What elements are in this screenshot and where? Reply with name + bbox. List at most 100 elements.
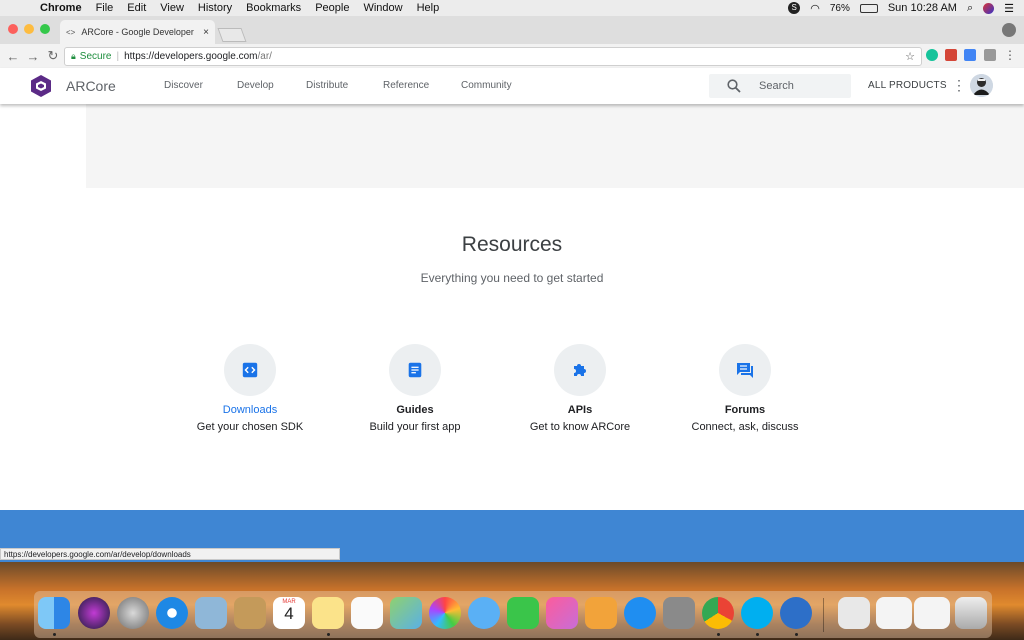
maps-icon[interactable]: [390, 597, 422, 629]
forward-arrow-icon[interactable]: →: [26, 49, 40, 64]
browser-tab[interactable]: <> ARCore - Google Developer ×: [60, 20, 215, 44]
more-options-icon[interactable]: ⋮: [952, 77, 966, 94]
chat-icon: [737, 363, 753, 378]
document-stack-icon[interactable]: [876, 597, 912, 629]
back-arrow-icon[interactable]: ←: [6, 49, 20, 64]
menu-window[interactable]: Window: [363, 2, 402, 14]
nav-develop[interactable]: Develop: [237, 80, 274, 91]
resource-card-apis[interactable]: APIs Get to know ARCore: [510, 344, 650, 433]
notification-center-icon[interactable]: ☰: [1004, 2, 1014, 15]
skype-status-icon[interactable]: S: [788, 2, 801, 14]
menu-people[interactable]: People: [315, 2, 349, 14]
menu-history[interactable]: History: [198, 2, 232, 14]
contacts-icon[interactable]: [234, 597, 266, 629]
new-tab-button[interactable]: [217, 28, 247, 42]
code-icon: [242, 362, 258, 378]
nav-community[interactable]: Community: [461, 80, 512, 91]
siri-icon[interactable]: [983, 2, 995, 14]
safari-icon[interactable]: [156, 597, 188, 629]
sourcetree-running-dot: [795, 633, 798, 636]
chrome-running-dot: [717, 633, 720, 636]
skype-running-dot: [756, 633, 759, 636]
resource-card-guides[interactable]: Guides Build your first app: [345, 344, 485, 433]
battery-icon[interactable]: [859, 3, 878, 13]
guides-icon-circle[interactable]: [389, 344, 441, 396]
search-input[interactable]: [757, 79, 851, 93]
secure-label: Secure: [79, 51, 112, 62]
tab-close-icon[interactable]: ×: [203, 27, 209, 38]
wifi-icon[interactable]: ◠: [810, 2, 820, 15]
forums-icon-circle[interactable]: [719, 344, 771, 396]
menu-view[interactable]: View: [160, 2, 184, 14]
site-search[interactable]: [709, 74, 851, 98]
arcore-logo-icon[interactable]: [30, 74, 52, 98]
calendar-icon[interactable]: MAR 4: [273, 597, 305, 629]
tab-strip: <> ARCore - Google Developer ×: [0, 16, 1024, 45]
facetime-icon[interactable]: [507, 597, 539, 629]
resource-card-forums[interactable]: Forums Connect, ask, discuss: [675, 344, 815, 433]
forums-link[interactable]: Forums: [675, 404, 815, 416]
clock[interactable]: Sun 10:28 AM: [888, 2, 957, 14]
extension-grey-icon[interactable]: [984, 49, 996, 61]
menu-bookmarks[interactable]: Bookmarks: [246, 2, 301, 14]
search-icon[interactable]: [727, 79, 741, 93]
resources-subtitle: Everything you need to get started: [420, 271, 604, 285]
messages-icon[interactable]: [468, 597, 500, 629]
close-window-button[interactable]: [8, 24, 18, 34]
photo-preview-icon[interactable]: [195, 597, 227, 629]
grammarly-extension-icon[interactable]: [926, 49, 938, 61]
skype-dock-icon[interactable]: [741, 597, 773, 629]
downloads-folder-icon[interactable]: [838, 597, 870, 629]
apis-link[interactable]: APIs: [510, 404, 650, 416]
notes-icon[interactable]: [312, 597, 344, 629]
launchpad-icon[interactable]: [117, 597, 149, 629]
trash-icon[interactable]: [955, 597, 987, 629]
chrome-dock-icon[interactable]: [702, 597, 734, 629]
profile-icon[interactable]: [1002, 23, 1016, 37]
sourcetree-icon[interactable]: [780, 597, 812, 629]
app-store-icon[interactable]: [624, 597, 656, 629]
avatar[interactable]: [970, 74, 993, 97]
mac-menu-bar: Chrome File Edit View History Bookmarks …: [0, 0, 1024, 16]
nav-discover[interactable]: Discover: [164, 80, 203, 91]
apis-icon-circle[interactable]: [554, 344, 606, 396]
browser-toolbar: ← → ↻ 🔒︎ Secure | https://developers.goo…: [0, 44, 1024, 69]
menu-chrome[interactable]: Chrome: [40, 2, 82, 14]
siri-dock-icon[interactable]: [78, 597, 110, 629]
downloads-description: Get your chosen SDK: [196, 421, 304, 433]
downloads-link[interactable]: Downloads: [180, 404, 320, 416]
battery-percent[interactable]: 76%: [830, 3, 850, 14]
address-bar[interactable]: 🔒︎ Secure | https://developers.google.co…: [64, 47, 922, 66]
lock-icon: 🔒︎: [71, 51, 76, 61]
nav-distribute[interactable]: Distribute: [306, 80, 348, 91]
system-preferences-icon[interactable]: [663, 597, 695, 629]
guides-link[interactable]: Guides: [345, 404, 485, 416]
menu-file[interactable]: File: [96, 2, 114, 14]
menu-help[interactable]: Help: [417, 2, 440, 14]
ibooks-icon[interactable]: [585, 597, 617, 629]
extension-red-icon[interactable]: [945, 49, 957, 61]
window-controls: [8, 24, 50, 34]
nav-reference[interactable]: Reference: [383, 80, 429, 91]
user-avatar-icon: [970, 74, 993, 97]
brand-name[interactable]: ARCore: [66, 78, 116, 94]
all-products-button[interactable]: ALL PRODUCTS: [868, 80, 947, 91]
bookmark-star-icon[interactable]: ☆: [905, 50, 915, 63]
photos-icon[interactable]: [429, 597, 461, 629]
translate-extension-icon[interactable]: [964, 49, 976, 61]
spotlight-icon[interactable]: ⌕: [967, 2, 973, 15]
finder-icon[interactable]: [38, 597, 70, 629]
address-separator: |: [116, 51, 120, 62]
zoom-window-button[interactable]: [40, 24, 50, 34]
menu-edit[interactable]: Edit: [127, 2, 146, 14]
resource-card-downloads[interactable]: Downloads Get your chosen SDK: [180, 344, 320, 433]
apis-description: Get to know ARCore: [529, 421, 631, 433]
calendar-day: 4: [284, 604, 294, 623]
downloads-icon-circle[interactable]: [224, 344, 276, 396]
reload-icon[interactable]: ↻: [46, 48, 60, 64]
chrome-menu-icon[interactable]: ⋮: [1004, 48, 1016, 62]
minimize-window-button[interactable]: [24, 24, 34, 34]
reminders-icon[interactable]: [351, 597, 383, 629]
itunes-icon[interactable]: [546, 597, 578, 629]
window-thumbnail-icon[interactable]: [914, 597, 950, 629]
